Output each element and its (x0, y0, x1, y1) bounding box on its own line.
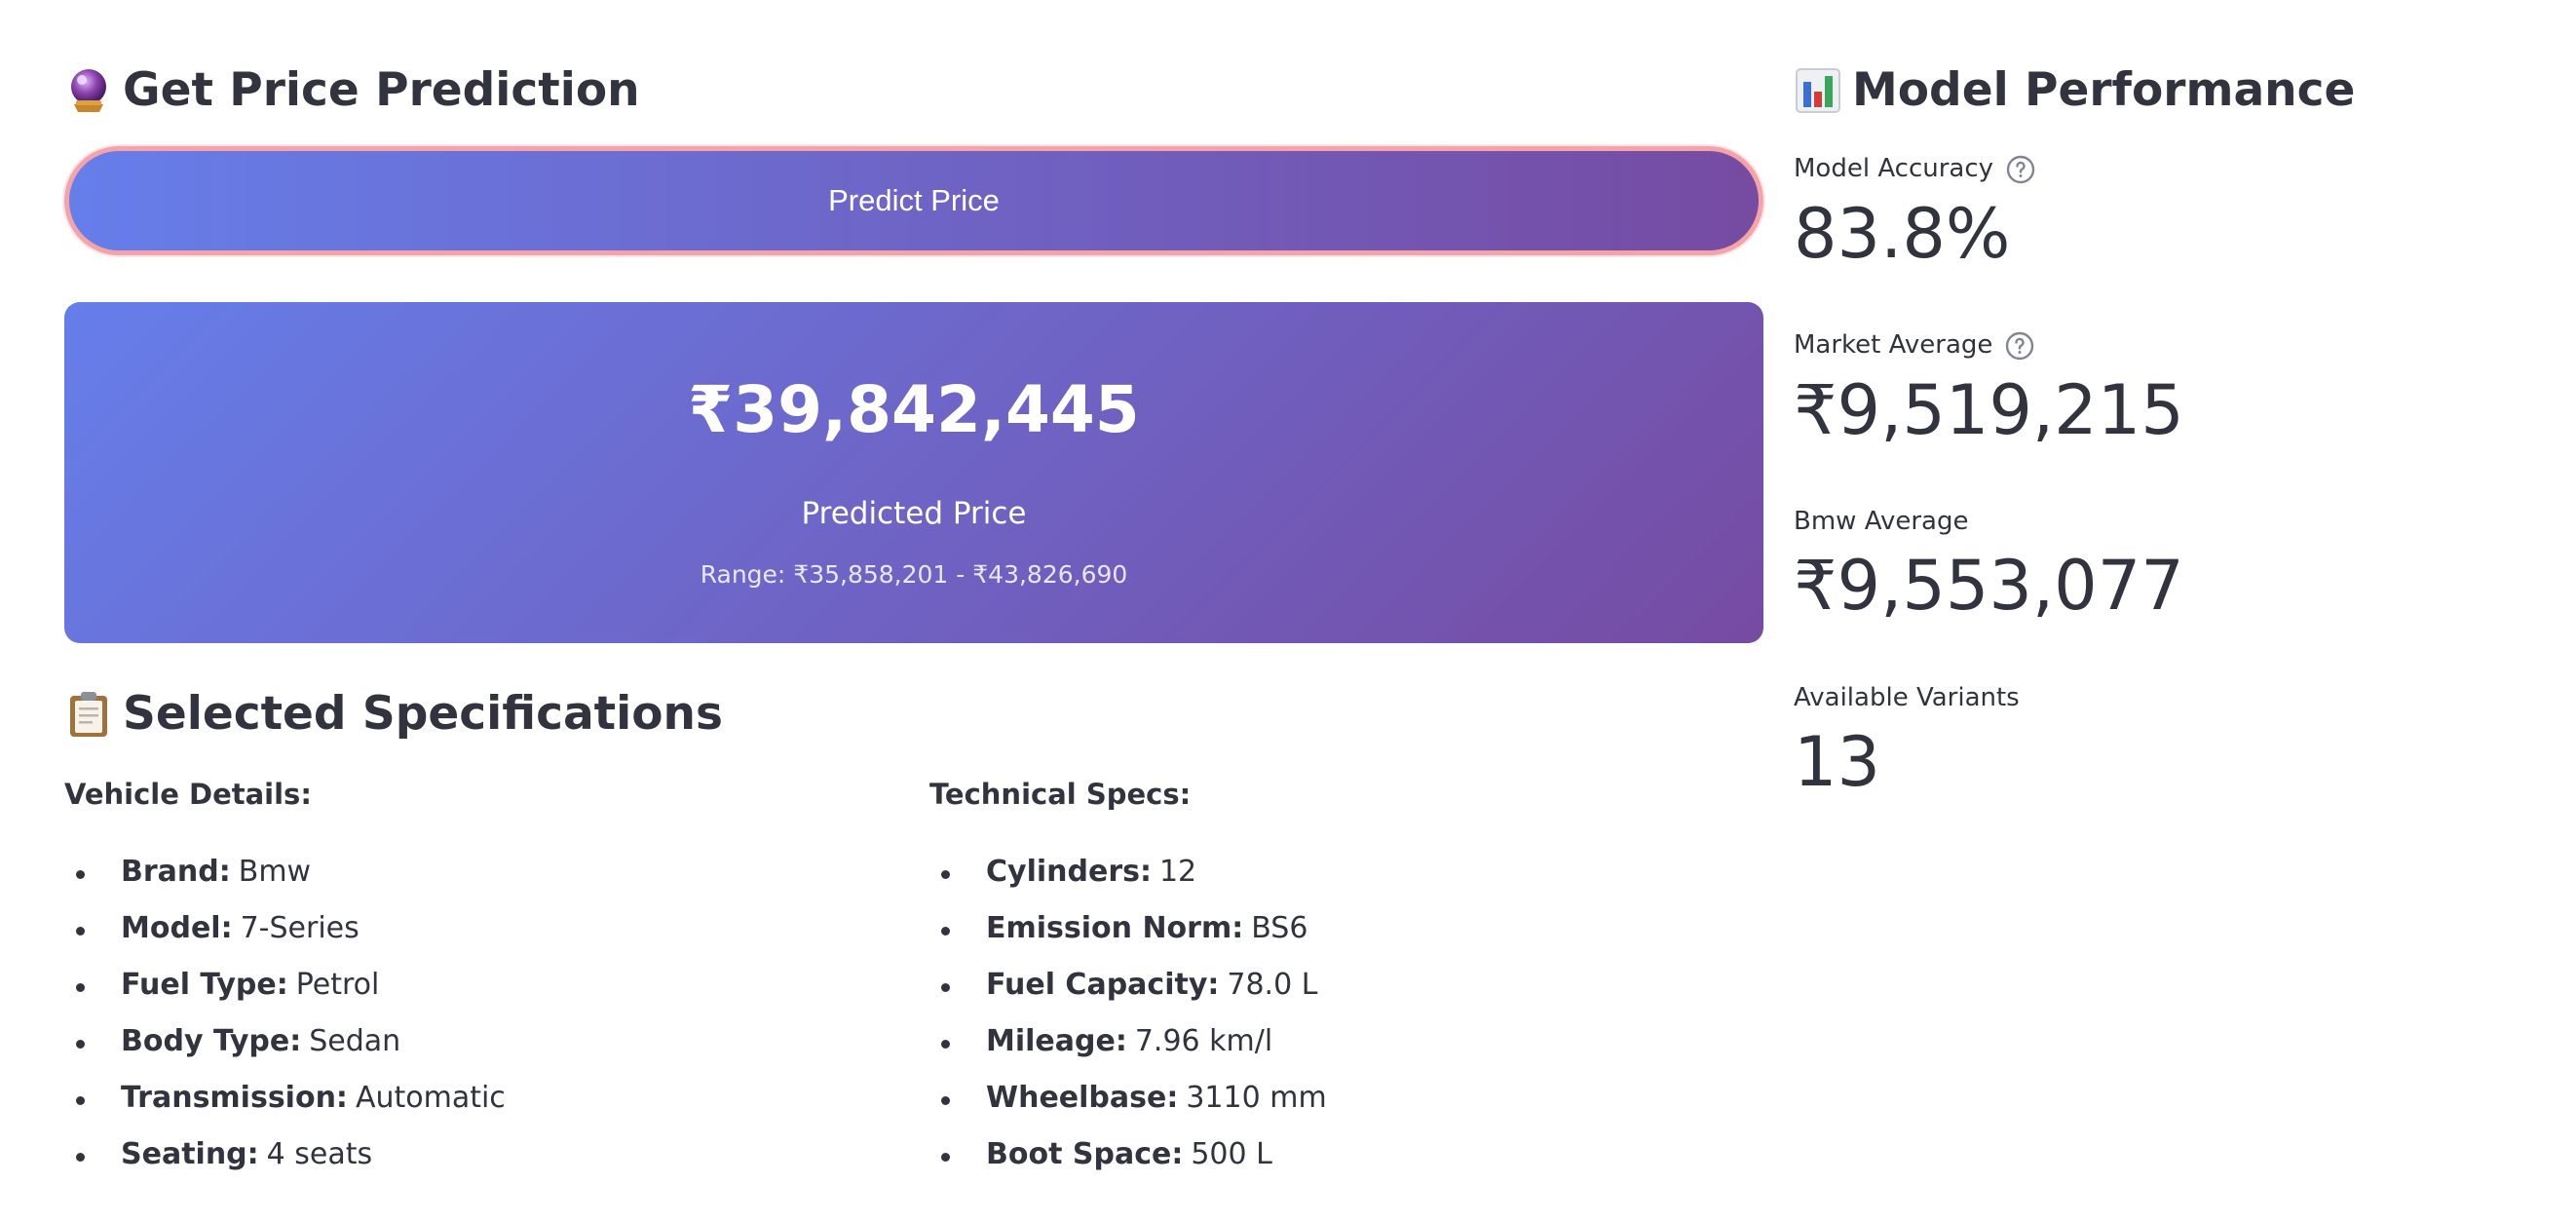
spec-value: 500 L (1191, 1136, 1272, 1171)
prediction-title: Get Price Prediction (123, 62, 640, 117)
metric-model-accuracy: Model Accuracy 83.8% (1794, 154, 2036, 272)
metric-label-row: Market Average (1794, 330, 2184, 362)
spec-key: Body Type: (121, 1023, 302, 1058)
spec-key: Wheelbase: (986, 1080, 1179, 1115)
spec-value: 12 (1158, 854, 1197, 889)
spec-key: Emission Norm: (986, 910, 1244, 945)
predicted-price-value: ₹39,842,445 (688, 372, 1140, 447)
clipboard-icon (64, 690, 113, 739)
spec-value: 78.0 L (1227, 967, 1318, 1002)
metric-label-row: Model Accuracy (1794, 154, 2036, 185)
metric-value: ₹9,519,215 (1794, 370, 2184, 450)
spec-value: Automatic (355, 1080, 506, 1115)
spec-value: BS6 (1251, 910, 1308, 945)
spec-value: 3110 mm (1186, 1080, 1327, 1115)
prediction-column: Get Price Prediction Predict Price ₹39,8… (64, 53, 1763, 1171)
spec-value: Sedan (309, 1023, 401, 1058)
crystal-ball-icon (64, 66, 113, 115)
metric-market-average: Market Average ₹9,519,215 (1794, 330, 2184, 448)
help-icon[interactable] (2005, 154, 2036, 185)
metric-value: 83.8% (1794, 194, 2011, 274)
technical-specs-heading: Technical Specs: (929, 778, 1192, 811)
spec-key: Mileage: (986, 1023, 1127, 1058)
spec-key: Model: (121, 910, 233, 945)
list-item: Emission Norm: BS6 (929, 911, 1767, 968)
list-item: Boot Space: 500 L (929, 1137, 1767, 1194)
app-page: Get Price Prediction Predict Price ₹39,8… (0, 0, 2576, 1222)
metric-value: 13 (1794, 722, 1881, 803)
metric-label: Bmw Average (1794, 507, 1969, 536)
performance-heading: Model Performance (1794, 53, 2534, 129)
performance-column: Model Performance Model Accuracy 83.8% M… (1794, 53, 2534, 800)
list-item: Body Type: Sedan (64, 1024, 902, 1081)
spec-key: Boot Space: (986, 1136, 1184, 1171)
list-item: Model: 7-Series (64, 911, 902, 968)
list-item: Fuel Capacity: 78.0 L (929, 968, 1767, 1024)
list-item: Fuel Type: Petrol (64, 968, 902, 1024)
spec-key: Transmission: (121, 1080, 348, 1115)
specifications-heading: Selected Specifications (64, 676, 723, 752)
metric-available-variants: Available Variants 13 (1794, 683, 2020, 800)
prediction-heading: Get Price Prediction (64, 53, 1763, 129)
vehicle-details-section: Vehicle Details: Brand: Bmw Model: 7-Serie… (64, 778, 902, 1194)
list-item: Transmission: Automatic (64, 1081, 902, 1137)
spec-key: Seating: (121, 1136, 259, 1171)
spec-key: Brand: (121, 854, 231, 889)
list-item: Mileage: 7.96 km/l (929, 1024, 1767, 1081)
list-item: Cylinders: 12 (929, 855, 1767, 911)
spec-value: Petrol (295, 967, 380, 1002)
vehicle-details-heading: Vehicle Details: (64, 778, 312, 811)
prediction-result-card: ₹39,842,445 Predicted Price Range: ₹35,8… (64, 302, 1763, 643)
spec-key: Fuel Type: (121, 967, 288, 1002)
specifications-title: Selected Specifications (123, 686, 723, 741)
list-item: Seating: 4 seats (64, 1137, 902, 1194)
predict-price-button[interactable]: Predict Price (64, 146, 1763, 255)
metric-value: ₹9,553,077 (1794, 546, 2184, 627)
help-icon[interactable] (2004, 330, 2035, 362)
spec-value: 7.96 km/l (1134, 1023, 1273, 1058)
spec-value: 4 seats (266, 1136, 373, 1171)
predicted-price-range: Range: ₹35,858,201 - ₹43,826,690 (700, 560, 1128, 589)
bar-chart-icon (1794, 66, 1842, 115)
spec-value: 7-Series (240, 910, 360, 945)
technical-specs-section: Technical Specs: Cylinders: 12 Emission N… (929, 778, 1767, 1194)
predicted-price-label: Predicted Price (801, 496, 1027, 531)
spec-key: Cylinders: (986, 854, 1152, 889)
metric-label: Available Variants (1794, 683, 2020, 712)
metric-label-row: Bmw Average (1794, 507, 2184, 537)
performance-title: Model Performance (1852, 62, 2356, 117)
list-item: Brand: Bmw (64, 855, 902, 911)
spec-key: Fuel Capacity: (986, 967, 1220, 1002)
metric-label: Model Accuracy (1794, 154, 1994, 184)
vehicle-details-list: Brand: Bmw Model: 7-Series Fuel Type: Petro… (64, 855, 902, 1194)
metric-label-row: Available Variants (1794, 683, 2020, 713)
technical-specs-list: Cylinders: 12 Emission Norm: BS6 Fuel Capa… (929, 855, 1767, 1194)
list-item: Wheelbase: 3110 mm (929, 1081, 1767, 1137)
spec-value: Bmw (238, 854, 312, 889)
metric-label: Market Average (1794, 330, 1993, 361)
metric-brand-average: Bmw Average ₹9,553,077 (1794, 507, 2184, 624)
